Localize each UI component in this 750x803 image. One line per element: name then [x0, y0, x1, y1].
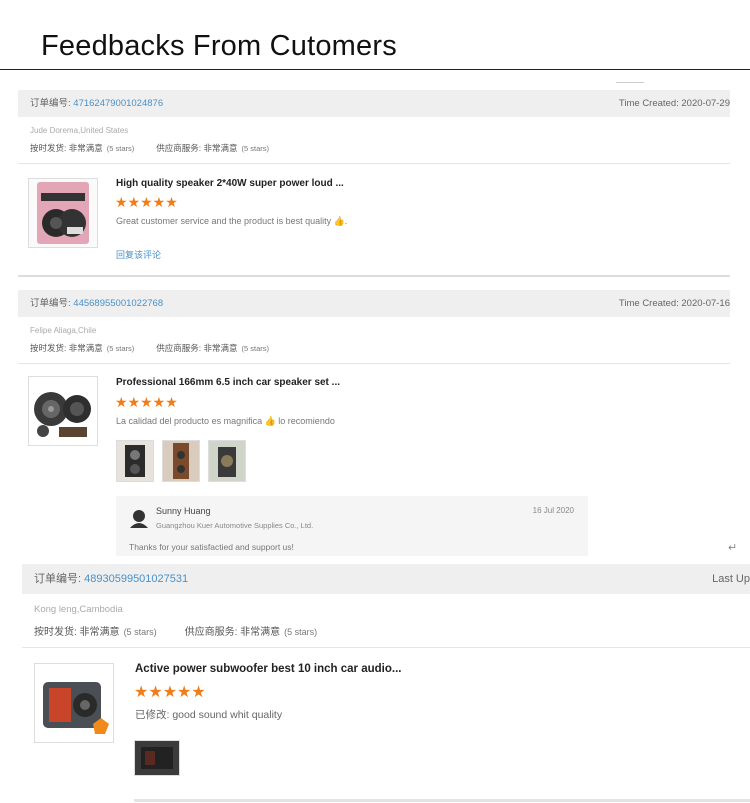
seller-ratings: 按时发货: 非常满意 (5 stars) 供应商服务: 非常满意 (5 stars) [34, 623, 317, 638]
replier-company: Guangzhou Kuer Automotive Supplies Co., … [156, 521, 314, 530]
order-label: 订单编号: [34, 573, 82, 585]
ship-stars: (5 stars) [106, 144, 135, 153]
review-photo[interactable] [162, 440, 200, 482]
page-title: Feedbacks From Cutomers [41, 30, 397, 62]
return-icon: ↵ [728, 542, 738, 554]
seller-ratings: 按时发货: 非常满意 (5 stars) 供应商服务: 非常满意 (5 stars) [30, 342, 269, 354]
seller-ratings: 按时发货: 非常满意 (5 stars) 供应商服务: 非常满意 (5 stars) [30, 142, 269, 154]
service-stars: (5 stars) [284, 627, 318, 637]
order-number-link[interactable]: 44568955001022768 [73, 298, 163, 309]
seller-reply-box: Sunny Huang Guangzhou Kuer Automotive Su… [116, 496, 588, 556]
product-thumbnail[interactable] [34, 663, 114, 743]
ship-rating: 按时发货: 非常满意 [30, 343, 103, 353]
title-divider [0, 69, 750, 70]
service-stars: (5 stars) [241, 344, 269, 353]
row-divider [18, 363, 730, 364]
review-photo[interactable] [134, 740, 180, 776]
service-rating: 供应商服务: 非常满意 [184, 627, 281, 638]
product-thumbnail[interactable] [28, 178, 98, 248]
card-bottom-border [134, 799, 750, 802]
product-thumbnail[interactable] [28, 376, 98, 446]
product-title-link[interactable]: Active power subwoofer best 10 inch car … [135, 663, 401, 675]
review-comment: 已修改: good sound whit quality [135, 709, 283, 721]
service-rating: 供应商服务: 非常满意 [156, 343, 238, 353]
order-number-link[interactable]: 47162479001024876 [73, 98, 163, 109]
reply-text: Thanks for your satisfactied and support… [129, 542, 294, 552]
ship-stars: (5 stars) [106, 344, 135, 353]
review-photo[interactable] [116, 440, 154, 482]
card-bottom-border [18, 275, 730, 277]
avatar [129, 508, 149, 528]
ship-rating: 按时发货: 非常满意 [30, 143, 103, 153]
order-header: 订单编号: 48930599501027531 Last Up [22, 564, 750, 594]
buyer-location: Jude Dorema,United States [30, 126, 129, 135]
service-rating: 供应商服务: 非常满意 [156, 143, 238, 153]
order-label: 订单编号: [30, 298, 71, 309]
ship-rating: 按时发货: 非常满意 [34, 627, 120, 638]
service-stars: (5 stars) [241, 144, 269, 153]
feedback-card: 订单编号: 48930599501027531 Last Up Kong len… [22, 564, 750, 803]
star-rating: ★★★★★ [115, 394, 178, 410]
buyer-location: Felipe Aliaga,Chile [30, 326, 97, 335]
review-photo[interactable] [208, 440, 246, 482]
row-divider [22, 647, 750, 648]
product-title-link[interactable]: High quality speaker 2*40W super power l… [116, 178, 344, 189]
review-comment: La calidad del producto es magnifica 👍 l… [116, 416, 335, 426]
reply-date: 16 Jul 2020 [532, 506, 574, 515]
star-rating: ★★★★★ [134, 684, 206, 701]
row-divider [18, 163, 730, 164]
review-comment: Great customer service and the product i… [116, 216, 348, 226]
order-header: 订单编号: 44568955001022768 Time Created: 20… [18, 290, 730, 317]
star-rating: ★★★★★ [115, 194, 178, 210]
tab-stub [616, 82, 644, 87]
buyer-location: Kong leng,Cambodia [34, 604, 123, 615]
reply-to-review-link[interactable]: 回复该评论 [116, 248, 161, 261]
time-created: Time Created: 2020-07-16 [618, 298, 730, 309]
product-title-link[interactable]: Professional 166mm 6.5 inch car speaker … [116, 377, 340, 388]
order-header: 订单编号: 47162479001024876 Time Created: 20… [18, 90, 730, 117]
replier-name: Sunny Huang [156, 506, 211, 516]
feedback-card: 订单编号: 44568955001022768 Time Created: 20… [18, 290, 737, 558]
feedback-card: 订单编号: 47162479001024876 Time Created: 20… [18, 90, 730, 280]
order-number-link[interactable]: 48930599501027531 [84, 573, 188, 585]
ship-stars: (5 stars) [123, 627, 157, 637]
order-label: 订单编号: [30, 98, 71, 109]
time-created: Last Up [712, 573, 750, 585]
time-created: Time Created: 2020-07-29 [618, 98, 730, 109]
